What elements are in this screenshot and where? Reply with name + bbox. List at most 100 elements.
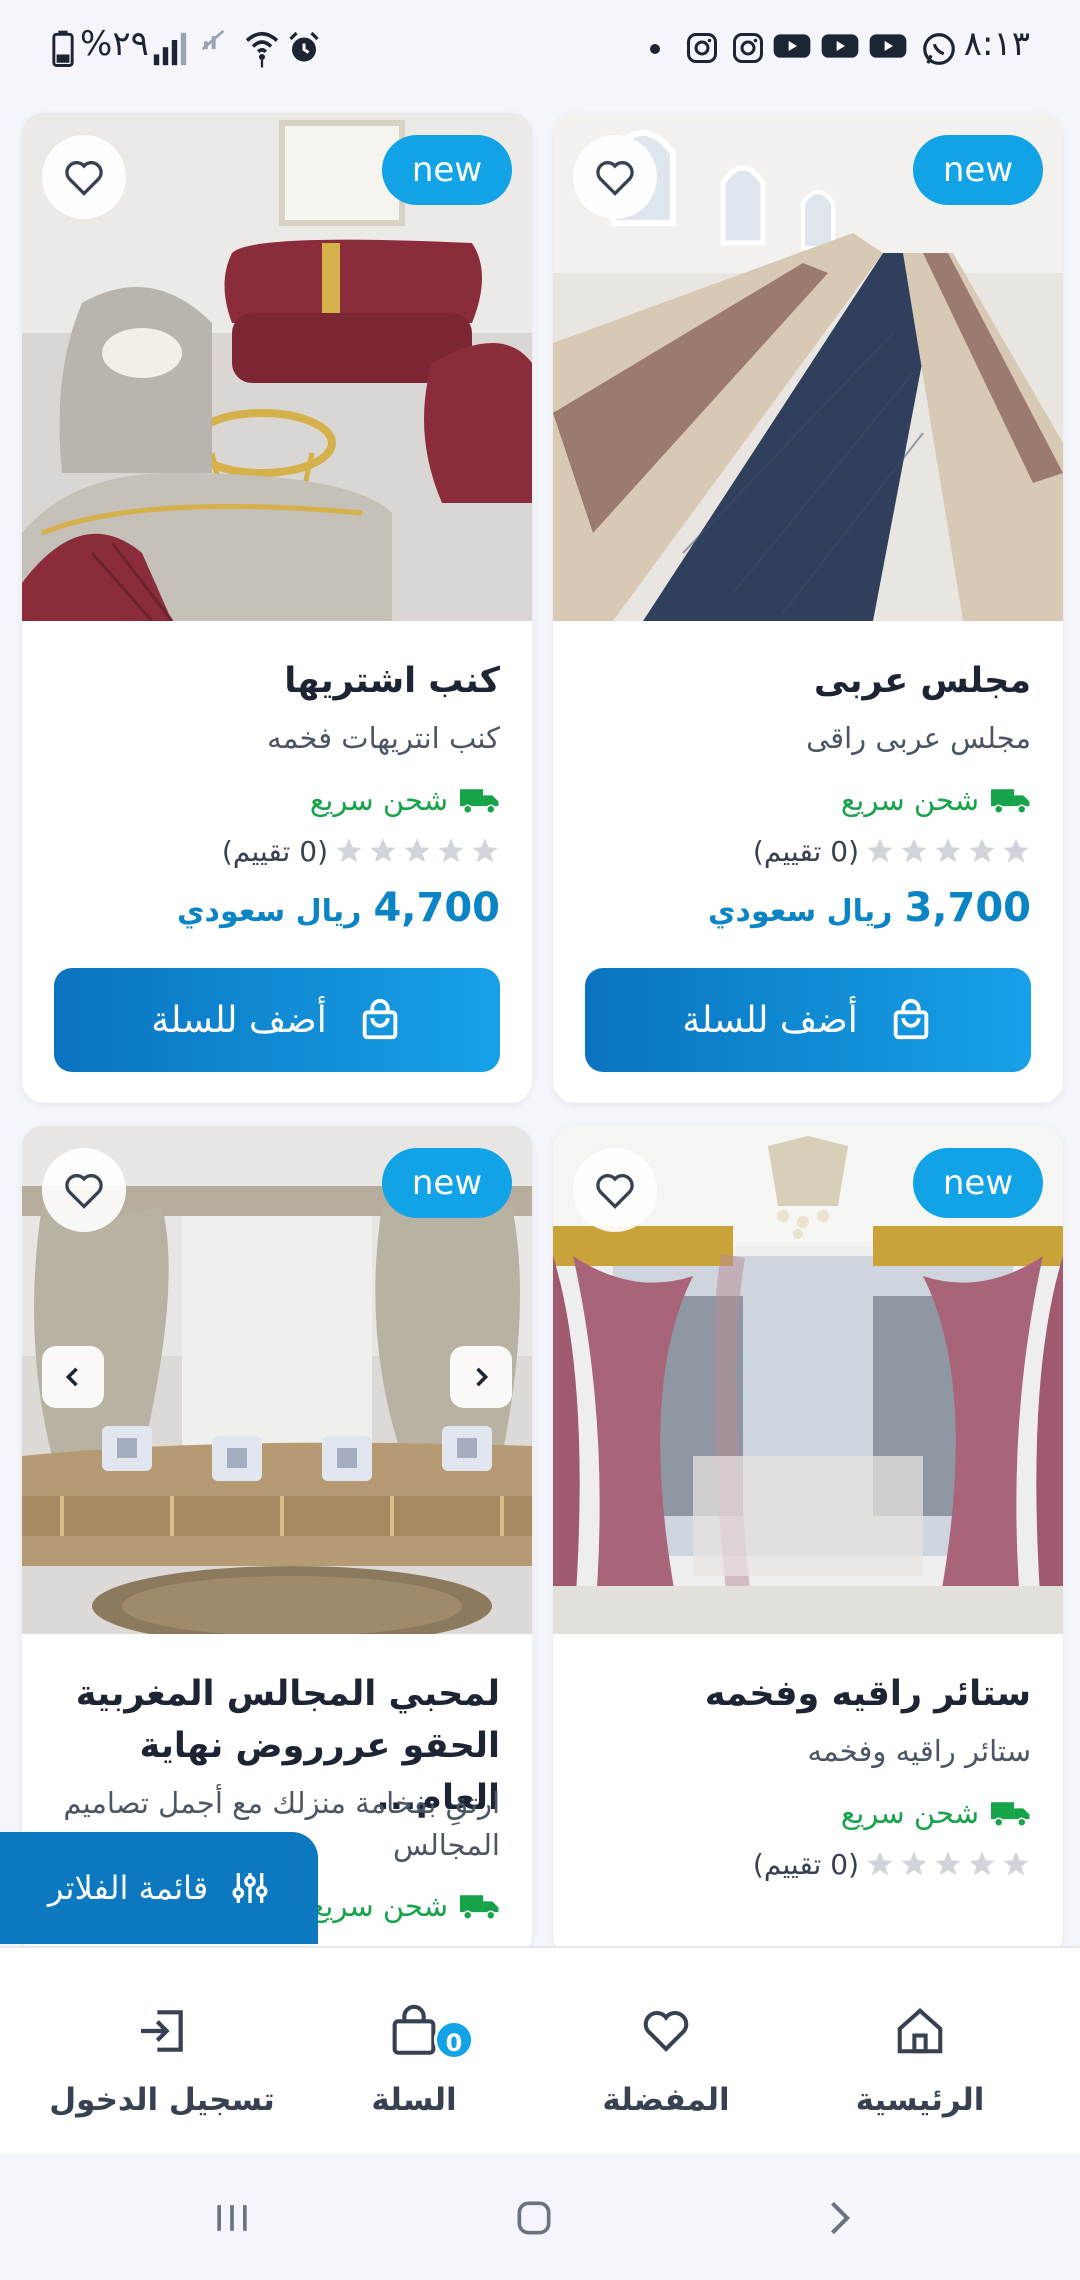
product-description: مجلس عربى راقى <box>806 721 1031 755</box>
star-icon <box>438 838 464 863</box>
star-icon <box>370 838 396 863</box>
nav-home[interactable]: الرئيسية <box>800 1998 1040 2118</box>
star-rating <box>334 836 500 866</box>
shipping-label: شحن سريع <box>840 1796 979 1830</box>
add-to-cart-button[interactable]: أضف للسلة <box>585 968 1031 1072</box>
product-card[interactable]: new ستائر راقيه وفخمه ستائر راقيه وفخمه … <box>553 1126 1063 1956</box>
new-badge: new <box>913 135 1043 205</box>
youtube-icon <box>772 30 812 66</box>
chevron-right-icon <box>476 1367 489 1387</box>
new-badge: new <box>382 135 512 205</box>
youtube-icon <box>868 30 908 66</box>
rating-count: (0 تقييم) <box>752 834 859 868</box>
star-icon <box>1003 838 1029 863</box>
new-badge: new <box>382 1148 512 1218</box>
product-card[interactable]: new مجلس عربى مجلس عربى راقى شحن سريع (0… <box>553 113 1063 1103</box>
battery-icon <box>52 30 74 72</box>
favorite-button[interactable] <box>42 135 126 219</box>
heart-icon <box>65 1174 103 1209</box>
truck-icon <box>460 1895 499 1920</box>
whatsapp-icon <box>920 30 958 72</box>
nav-login-label: تسجيل الدخول <box>49 2082 275 2118</box>
star-icon <box>867 838 893 863</box>
product-card[interactable]: new كنب اشتريها كنب انتريهات فخمه شحن سر… <box>22 113 532 1103</box>
battery-percent: %٢٩ <box>80 24 149 64</box>
instagram-icon <box>730 30 766 70</box>
product-title[interactable]: مجلس عربى <box>585 655 1031 707</box>
star-icon <box>901 1851 927 1876</box>
filter-sliders-icon <box>232 1873 268 1903</box>
shipping-info: شحن سريع <box>841 1793 1031 1833</box>
bag-icon <box>392 2004 436 2055</box>
add-to-cart-button[interactable]: أضف للسلة <box>54 968 500 1072</box>
youtube-icon <box>820 30 860 66</box>
shipping-info: شحن سريع <box>310 780 500 820</box>
back-icon[interactable] <box>816 2196 860 2244</box>
app-root: { "status_bar": { "time": "٨:١٣", "batte… <box>0 0 1080 2280</box>
star-icon <box>969 838 995 863</box>
product-title[interactable]: كنب اشتريها <box>54 655 500 707</box>
bottom-navigation: الرئيسية المفضلة 0 السلة تسجيل الدخول <box>0 1946 1080 2154</box>
star-icon <box>404 838 430 863</box>
nav-favorites-label: المفضلة <box>602 2082 730 2118</box>
heart-icon <box>596 161 634 196</box>
star-icon <box>867 1851 893 1876</box>
more-notifications-dot <box>650 44 660 54</box>
alarm-icon <box>286 30 322 70</box>
price-currency: ريال سعودي <box>177 894 362 929</box>
status-bar: ٨:١٣ %٢٩ <box>0 0 1080 100</box>
favorite-button[interactable] <box>573 1148 657 1232</box>
favorite-button[interactable] <box>42 1148 126 1232</box>
star-icon <box>969 1851 995 1876</box>
image-prev-button[interactable] <box>42 1346 104 1408</box>
cart-count-badge: 0 <box>434 2020 474 2060</box>
heart-icon <box>596 1174 634 1209</box>
price: 3,700 ريال سعودي <box>708 885 1031 931</box>
rating-row: (0 تقييم) <box>753 831 1031 871</box>
instagram-icon <box>684 30 720 70</box>
price-value: 3,700 <box>904 885 1031 931</box>
status-time: ٨:١٣ <box>963 24 1030 64</box>
heart-icon <box>65 161 103 196</box>
nav-cart-label: السلة <box>371 2082 457 2118</box>
shipping-label: شحن سريع <box>309 1889 448 1923</box>
rating-row: (0 تقييم) <box>753 1844 1031 1884</box>
wifi-icon <box>244 28 280 72</box>
shipping-info: شحن سريع <box>841 780 1031 820</box>
shipping-info: شحن سريع <box>310 1886 500 1926</box>
nav-home-label: الرئيسية <box>855 2082 985 2118</box>
rating-row: (0 تقييم) <box>222 831 500 871</box>
truck-icon <box>991 789 1030 814</box>
product-description: ستائر راقيه وفخمه <box>807 1734 1031 1768</box>
add-to-cart-label: أضف للسلة <box>682 999 858 1041</box>
product-title[interactable]: ستائر راقيه وفخمه <box>585 1668 1031 1720</box>
star-rating <box>865 1849 1031 1879</box>
recents-icon[interactable] <box>210 2196 254 2244</box>
truck-icon <box>991 1802 1030 1827</box>
nav-favorites[interactable]: المفضلة <box>546 1998 786 2118</box>
chevron-left-icon <box>65 1367 78 1387</box>
nav-login[interactable]: تسجيل الدخول <box>42 1998 282 2118</box>
truck-icon <box>460 789 499 814</box>
bag-icon <box>362 998 397 1040</box>
star-icon <box>935 1851 961 1876</box>
rating-count: (0 تقييم) <box>752 1847 859 1881</box>
rating-count: (0 تقييم) <box>221 834 328 868</box>
price-currency: ريال سعودي <box>708 894 893 929</box>
filter-menu-button[interactable]: قائمة الفلاتر <box>0 1832 318 1944</box>
star-icon <box>472 838 498 863</box>
image-next-button[interactable] <box>450 1346 512 1408</box>
favorite-button[interactable] <box>573 135 657 219</box>
star-rating <box>865 836 1031 866</box>
nav-cart[interactable]: 0 السلة <box>294 1998 534 2118</box>
home-nav-icon[interactable] <box>512 2196 556 2244</box>
star-icon <box>901 838 927 863</box>
shipping-label: شحن سريع <box>309 783 448 817</box>
price-value: 4,700 <box>373 885 500 931</box>
bag-icon <box>893 998 928 1040</box>
home-icon <box>897 2008 943 2054</box>
filter-menu-label: قائمة الفلاتر <box>47 1869 209 1907</box>
no-signal-icon <box>200 28 226 56</box>
add-to-cart-label: أضف للسلة <box>151 999 327 1041</box>
star-icon <box>336 838 362 863</box>
